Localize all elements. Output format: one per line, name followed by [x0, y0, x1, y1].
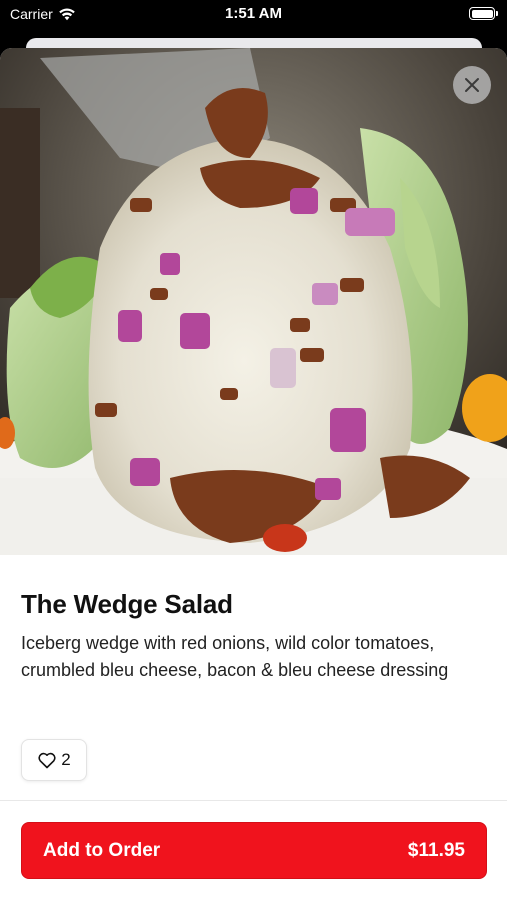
item-description: Iceberg wedge with red onions, wild colo… [21, 633, 449, 680]
item-detail-sheet: The Wedge Salad Iceberg wedge with red o… [0, 48, 507, 900]
like-button[interactable]: 2 [21, 739, 87, 781]
add-to-order-label: Add to Order [43, 839, 161, 861]
close-button[interactable] [453, 66, 491, 104]
wedge-salad-photo [0, 48, 507, 555]
battery-icon [469, 7, 498, 20]
item-price: $11.95 [407, 839, 465, 861]
add-to-order-button[interactable]: Add to Order $11.95 [21, 822, 487, 879]
heart-outline-icon [38, 752, 56, 769]
close-icon [465, 78, 479, 92]
clock: 1:51 AM [225, 5, 282, 22]
like-count: 2 [61, 750, 71, 769]
divider [0, 800, 507, 801]
status-bar: Carrier 1:51 AM [0, 0, 507, 30]
item-title: The Wedge Salad [21, 589, 233, 619]
